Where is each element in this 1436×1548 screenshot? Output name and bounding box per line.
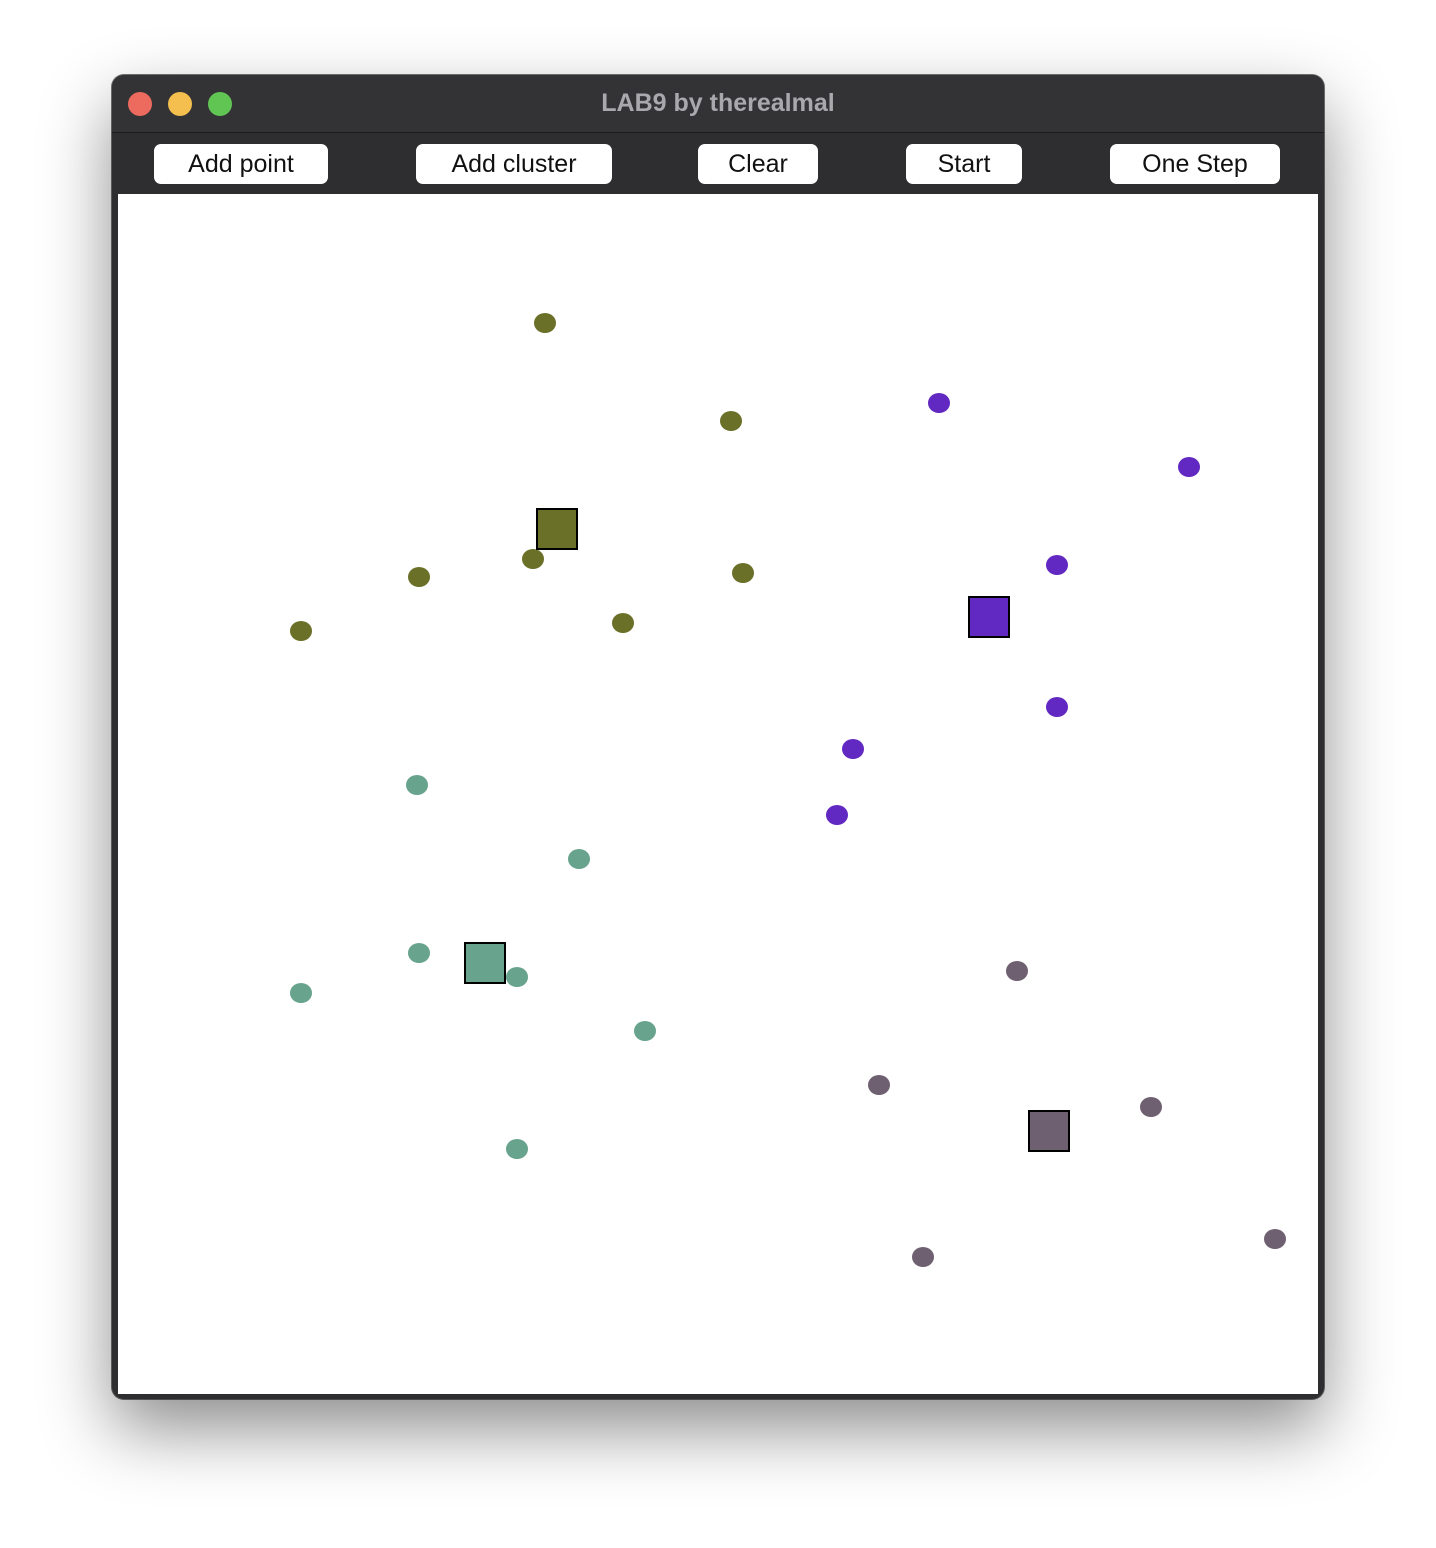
cluster-4-centroid	[1028, 1110, 1070, 1152]
cluster-1-point-7	[290, 621, 312, 641]
cluster-2-point-4	[1046, 697, 1068, 717]
cluster-1-point-1	[534, 313, 556, 333]
cluster-1	[290, 313, 754, 641]
cluster-1-point-2	[720, 411, 742, 431]
add-cluster-button[interactable]: Add cluster	[416, 144, 612, 184]
cluster-3	[290, 775, 656, 1159]
cluster-4-point-2	[868, 1075, 890, 1095]
app-window: LAB9 by therealmal Add point Add cluster…	[112, 75, 1324, 1399]
cluster-3-centroid	[464, 942, 506, 984]
cluster-1-point-5	[732, 563, 754, 583]
one-step-button[interactable]: One Step	[1110, 144, 1280, 184]
cluster-2	[826, 393, 1200, 825]
cluster-4-point-4	[1264, 1229, 1286, 1249]
cluster-2-point-3	[1046, 555, 1068, 575]
cluster-2-point-5	[842, 739, 864, 759]
cluster-3-point-2	[568, 849, 590, 869]
cluster-1-point-6	[612, 613, 634, 633]
cluster-plot	[290, 313, 1286, 1267]
cluster-3-point-4	[506, 967, 528, 987]
start-button[interactable]: Start	[906, 144, 1022, 184]
cluster-3-point-7	[506, 1139, 528, 1159]
cluster-4-point-5	[912, 1247, 934, 1267]
cluster-1-point-3	[522, 549, 544, 569]
toolbar: Add point Add cluster Clear Start One St…	[112, 133, 1324, 194]
cluster-2-point-2	[1178, 457, 1200, 477]
cluster-2-point-6	[826, 805, 848, 825]
cluster-2-point-1	[928, 393, 950, 413]
cluster-3-point-5	[290, 983, 312, 1003]
cluster-3-point-3	[408, 943, 430, 963]
add-point-button[interactable]: Add point	[154, 144, 328, 184]
cluster-1-centroid	[536, 508, 578, 550]
drawing-canvas[interactable]	[118, 194, 1318, 1394]
cluster-4-point-3	[1140, 1097, 1162, 1117]
cluster-4	[868, 961, 1286, 1267]
cluster-2-centroid	[968, 596, 1010, 638]
title-bar[interactable]: LAB9 by therealmal	[112, 75, 1324, 133]
cluster-3-point-6	[634, 1021, 656, 1041]
cluster-3-point-1	[406, 775, 428, 795]
cluster-1-point-4	[408, 567, 430, 587]
window-title: LAB9 by therealmal	[601, 89, 835, 117]
clear-button[interactable]: Clear	[698, 144, 818, 184]
cluster-4-point-1	[1006, 961, 1028, 981]
